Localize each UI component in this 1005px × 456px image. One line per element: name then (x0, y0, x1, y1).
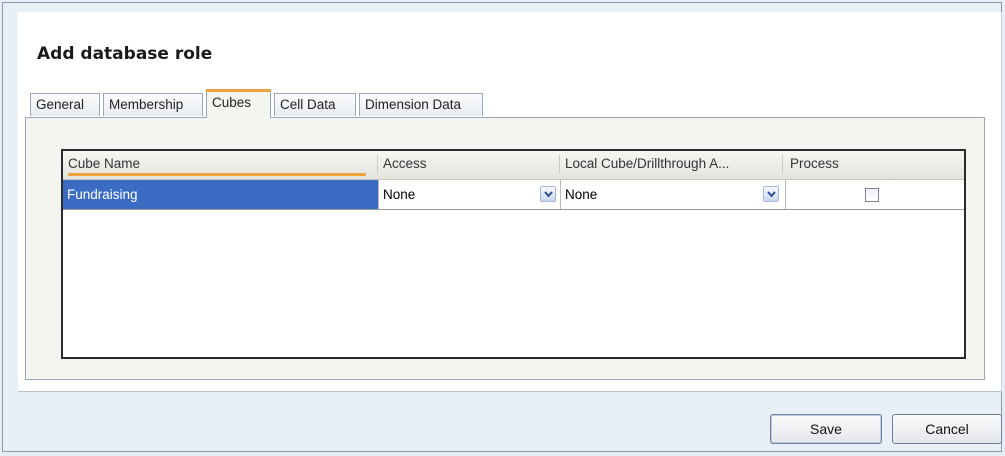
access-value: None (383, 187, 416, 202)
chevron-down-icon (767, 191, 776, 198)
local-cube-dropdown-button[interactable] (763, 186, 779, 202)
column-header-access[interactable]: Access (378, 151, 559, 179)
column-header-local-cube[interactable]: Local Cube/Drillthrough A... (560, 151, 782, 179)
tab-membership[interactable]: Membership (103, 93, 203, 116)
cell-cube-name[interactable]: Fundraising (63, 180, 378, 209)
sort-indicator (68, 173, 366, 176)
tab-general[interactable]: General (30, 93, 100, 116)
cell-divider (785, 180, 786, 209)
cancel-button[interactable]: Cancel (892, 414, 1002, 444)
dialog-title: Add database role (37, 44, 213, 64)
save-button[interactable]: Save (770, 414, 882, 444)
tab-dimension-data[interactable]: Dimension Data (359, 93, 483, 116)
table-row[interactable]: Fundraising None None (63, 180, 964, 210)
tab-cubes[interactable]: Cubes (206, 89, 271, 118)
access-dropdown-button[interactable] (540, 186, 556, 202)
local-cube-select[interactable]: None (561, 180, 783, 209)
grid-header: Cube Name Access Local Cube/Drillthrough… (63, 151, 964, 180)
process-checkbox[interactable] (865, 188, 879, 202)
cubes-tab-page: Cube Name Access Local Cube/Drillthrough… (25, 117, 985, 380)
cubes-grid: Cube Name Access Local Cube/Drillthrough… (61, 149, 966, 359)
tab-cell-data[interactable]: Cell Data (274, 93, 356, 116)
column-header-process[interactable]: Process (785, 151, 964, 179)
access-select[interactable]: None (379, 180, 559, 209)
column-divider (782, 155, 783, 173)
local-cube-value: None (565, 187, 598, 202)
chevron-down-icon (544, 191, 553, 198)
